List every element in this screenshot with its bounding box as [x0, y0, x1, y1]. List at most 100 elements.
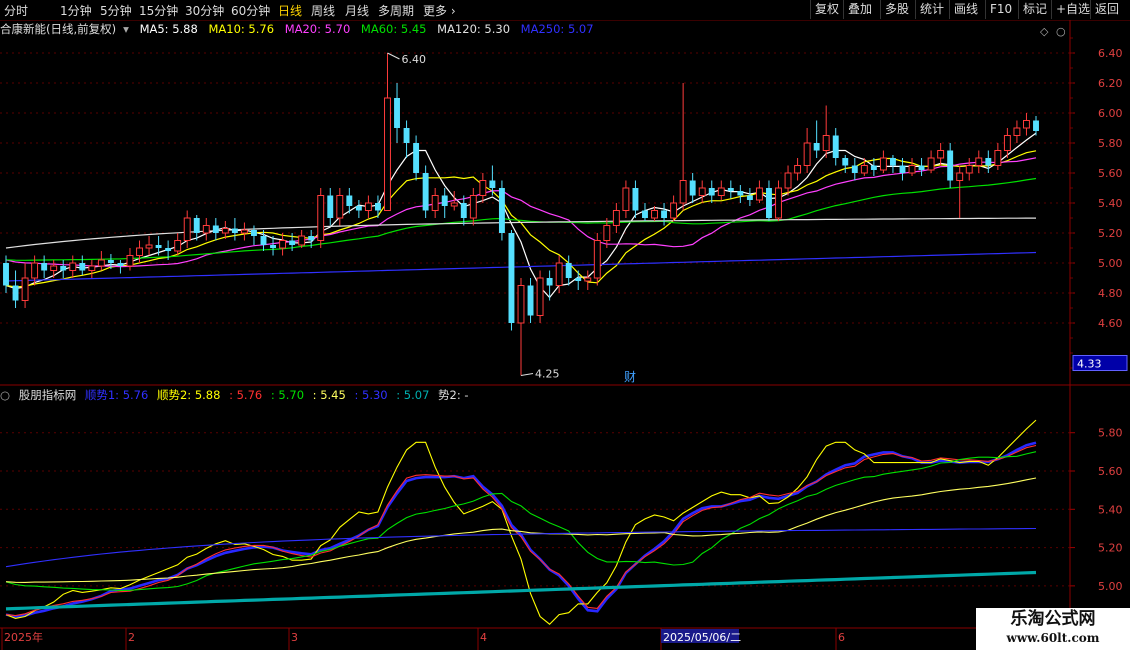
candle-body [661, 210, 668, 218]
main-grid [0, 52, 1070, 324]
candle-body [755, 187, 763, 201]
candle-body [1033, 120, 1039, 131]
candle-body [803, 142, 811, 166]
candle-body [775, 187, 782, 219]
indicator-title[interactable]: 股朋指标网 [19, 388, 77, 402]
y-tick-label: 5.40 [1098, 197, 1123, 210]
candle-body [117, 263, 124, 266]
candle-body [784, 172, 792, 189]
date-label: 3 [291, 631, 298, 644]
candle-body [651, 210, 658, 219]
candle-body [908, 165, 916, 174]
indicator-item: : 5.30 [354, 388, 388, 402]
y-tick-label: 6.40 [1098, 47, 1123, 60]
candle-body [298, 235, 306, 246]
ma5-label: MA5: 5.88 [139, 22, 198, 36]
candle-body [136, 247, 143, 256]
candle-body [469, 195, 477, 219]
indicator-legend: ○ 股朋指标网 顺势1: 5.76 顺势2: 5.88 : 5.76 : 5.7… [0, 386, 1070, 404]
candle-body [679, 180, 687, 204]
candle-body [899, 165, 906, 173]
candle-body [479, 180, 487, 196]
indicator-item: : 5.07 [396, 388, 430, 402]
date-label: 6 [838, 631, 845, 644]
candle-body [374, 203, 381, 211]
candle-body [384, 97, 391, 211]
y-tick-label: 5.60 [1098, 167, 1123, 180]
candle-body [879, 157, 887, 171]
candle-body [450, 202, 458, 207]
candle-body [794, 165, 802, 174]
indicator-item: 顺势1: 5.76 [84, 388, 149, 402]
candle-body [221, 228, 229, 234]
candle-body [851, 165, 858, 173]
finance-marker: 财 [624, 370, 636, 384]
candle-body [965, 165, 973, 174]
candle-body [327, 195, 334, 218]
candle-body [746, 195, 753, 200]
y-tick-label: 5.00 [1098, 257, 1123, 270]
candle-body [565, 263, 572, 278]
high-pointer [387, 52, 400, 60]
candle-body [422, 173, 429, 211]
candle-body [183, 217, 191, 241]
candle-body [260, 236, 267, 245]
indicator-item: 势2: - [438, 388, 469, 402]
candle-body [251, 230, 257, 236]
candle-body [947, 150, 954, 181]
indicator-line-1 [5, 419, 1037, 625]
candle-body [403, 128, 410, 143]
candle-body [889, 158, 896, 166]
kline-chart[interactable]: 4.60 4.80 5.00 5.20 5.40 5.60 5.80 6.00 6.20 6.40… [0, 0, 1130, 650]
indicator-item: 顺势2: 5.88 [156, 388, 221, 402]
candle-body [174, 240, 182, 252]
price-box-label: 4.33 [1077, 358, 1102, 371]
date-label: 2025/05/06/二 [663, 631, 741, 644]
site-watermark: 乐淘公式网 www.60lt.com [976, 608, 1130, 650]
candle-body [1013, 127, 1021, 136]
y-tick-label: 5.20 [1098, 227, 1123, 240]
high-price-label: 6.40 [401, 53, 426, 66]
y-tick-label: 5.20 [1098, 542, 1123, 555]
candle-body [126, 255, 134, 267]
candle-body [813, 143, 820, 151]
candle-body [508, 233, 515, 323]
candle-body [202, 225, 210, 234]
y-tick-label: 5.80 [1098, 427, 1123, 440]
candle-body [31, 262, 39, 279]
gear-icon[interactable]: ○ [0, 388, 10, 402]
ma60-label: MA60: 5.45 [360, 22, 427, 36]
candle-body [737, 191, 744, 196]
candle-body [289, 240, 296, 245]
candle-body [431, 195, 439, 211]
candle-body [21, 277, 29, 301]
candle-body [536, 277, 544, 316]
candle-body [498, 188, 505, 233]
ma120-label: MA120: 5.30 [437, 22, 511, 36]
candle-body [346, 195, 353, 206]
candle-body [603, 225, 611, 241]
low-price-label: 4.25 [535, 368, 560, 381]
candle-body [584, 277, 592, 282]
low-pointer [520, 373, 534, 376]
candle-body [918, 165, 925, 170]
candle-body [489, 180, 496, 188]
ma-legend: 合康新能(日线,前复权) ▾ MA5: 5.88 MA10: 5.76 MA20:… [0, 20, 1070, 38]
candle-body [79, 263, 86, 271]
stock-title[interactable]: 合康新能(日线,前复权) [0, 22, 116, 36]
candle-body [766, 188, 772, 218]
axes: 4.60 4.80 5.00 5.20 5.40 5.60 5.80 6.00 6.20 6.40… [1, 37, 1123, 650]
candle-body [994, 150, 1002, 166]
candle-body [165, 248, 172, 251]
candle-body [708, 188, 715, 196]
date-label: 4 [480, 631, 487, 644]
candle-body [642, 210, 648, 218]
y-tick-label: 6.00 [1098, 107, 1123, 120]
chevron-down-icon[interactable]: ▾ [123, 22, 129, 36]
ma250-label: MA250: 5.07 [520, 22, 594, 36]
candle-body [860, 165, 868, 174]
candle-body [279, 240, 287, 249]
candle-body [575, 278, 582, 281]
ma10-label: MA10: 5.76 [208, 22, 275, 36]
candle-body [555, 262, 563, 286]
